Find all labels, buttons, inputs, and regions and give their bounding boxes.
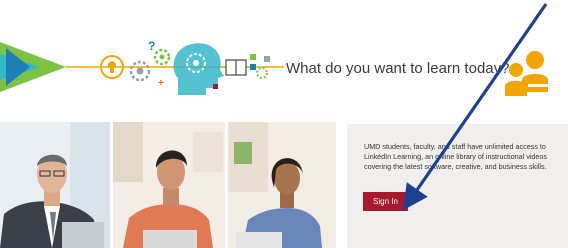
info-description: UMD students, faculty, and staff have un…	[364, 142, 547, 171]
people-icon	[505, 51, 548, 96]
learning-banner: ? + What do you want to learn today?	[0, 0, 568, 118]
sign-in-button[interactable]: Sign In	[363, 192, 408, 211]
svg-text:+: +	[158, 78, 164, 89]
young-man-photo	[113, 122, 225, 248]
photo-strip	[0, 122, 336, 248]
triangle-logo	[0, 42, 66, 92]
man-in-suit-photo	[0, 122, 110, 248]
svg-text:?: ?	[148, 39, 155, 53]
info-panel: UMD students, faculty, and staff have un…	[347, 124, 568, 248]
banner-title: What do you want to learn today?	[286, 60, 510, 77]
woman-photo	[228, 122, 336, 248]
book-icon	[213, 54, 270, 89]
gear-icon: ? +	[129, 39, 171, 89]
banner-graphic: ? +	[0, 39, 548, 96]
